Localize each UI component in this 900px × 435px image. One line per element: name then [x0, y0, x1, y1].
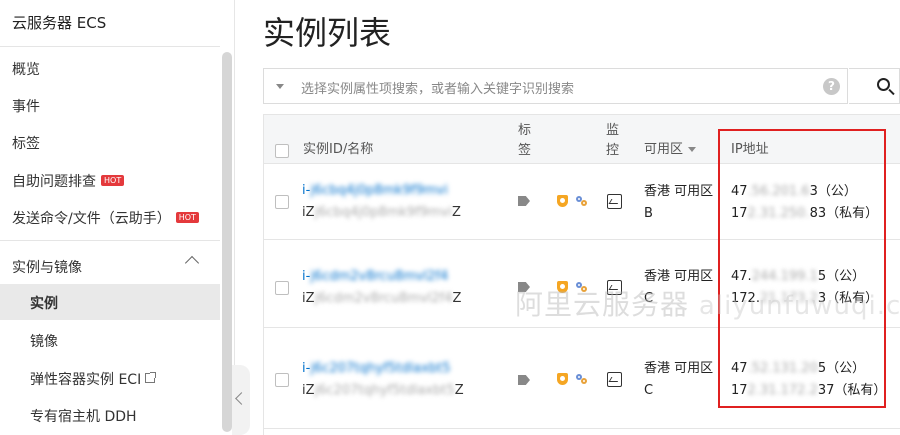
instance-id-masked: j6cdm2v8rcu8mvl2f4	[310, 269, 449, 284]
search-input[interactable]: 选择实例属性项搜索，或者输入关键字识别搜索 ?	[263, 68, 848, 104]
instance-name: iZj6cdm2v8rcu8mvl2f4Z	[302, 288, 461, 310]
sidebar-item-cloud-assistant[interactable]: 发送命令/文件（云助手） HOT	[12, 208, 199, 228]
tag-icon[interactable]	[518, 375, 530, 385]
page-title: 实例列表	[263, 14, 392, 52]
search-button[interactable]	[849, 68, 900, 104]
header-monitor-2: 控	[606, 143, 620, 158]
ip-highlight-box	[718, 129, 886, 408]
instance-name: iZj6c207tqhyf5tdlaxbt5Z	[302, 380, 464, 402]
help-icon[interactable]: ?	[823, 78, 840, 95]
sidebar-item-images[interactable]: 镜像	[30, 331, 58, 351]
instance-name-suffix: Z	[454, 383, 464, 398]
row-checkbox[interactable]	[275, 195, 289, 209]
instance-name: iZj6cbq4j0p8mk9f9mviZ	[302, 202, 461, 224]
sidebar-item-tags[interactable]: 标签	[12, 133, 40, 153]
sidebar-item-label: 自助问题排查	[12, 174, 96, 190]
instance-name-masked: j6c207tqhyf5tdlaxbt5	[314, 383, 455, 398]
tag-icon[interactable]	[518, 196, 530, 206]
header-tags-2: 签	[518, 143, 532, 158]
search-placeholder: 选择实例属性项搜索，或者输入关键字识别搜索	[301, 82, 575, 97]
instance-id-masked: j6c207tqhyf5tdlaxbt5	[310, 361, 451, 376]
zone-line2: C	[644, 383, 654, 398]
instance-id-masked: j6cbq4j0p8mk9f9mvi	[310, 183, 448, 198]
instance-name-prefix: iZ	[302, 383, 315, 398]
dropdown-caret-icon[interactable]	[276, 84, 284, 89]
header-zone[interactable]: 可用区	[644, 139, 697, 161]
sidebar: 云服务器 ECS 概览 事件 标签 自助问题排查 HOT 发送命令/文件（云助手）…	[0, 0, 235, 435]
instance-name-prefix: iZ	[302, 291, 315, 306]
hot-badge: HOT	[101, 174, 125, 186]
header-id-name: 实例ID/名称	[303, 142, 374, 157]
chevron-up-icon[interactable]	[184, 255, 200, 271]
header-zone-label: 可用区	[644, 142, 684, 157]
instance-name-prefix: iZ	[302, 205, 315, 220]
sidebar-scrollbar[interactable]	[222, 52, 232, 432]
zone-line1: 香港 可用区	[644, 184, 714, 199]
instance-name-suffix: Z	[452, 291, 462, 306]
search-icon-handle	[888, 88, 895, 96]
gear-icon[interactable]	[574, 194, 588, 208]
sidebar-item-overview[interactable]: 概览	[12, 59, 40, 79]
watermark: 阿里云服务器 aliyunfuwuqi.com	[515, 283, 900, 323]
sidebar-item-ddh[interactable]: 专有宿主机 DDH	[30, 406, 137, 426]
instance-name-masked: j6cdm2v8rcu8mvl2f4	[314, 291, 453, 306]
sidebar-item-label: 弹性容器实例 ECI	[30, 372, 142, 388]
zone-line1: 香港 可用区	[644, 361, 714, 376]
gear-icon[interactable]	[574, 372, 588, 386]
sidebar-item-self-diagnosis[interactable]: 自助问题排查 HOT	[12, 171, 125, 191]
select-all-checkbox[interactable]	[275, 144, 289, 158]
row-divider	[264, 428, 900, 429]
sidebar-item-label: 发送命令/文件（云助手）	[12, 211, 171, 227]
zone-line2: B	[644, 206, 653, 221]
header-tags-1: 标	[518, 123, 532, 138]
sidebar-group-instances-images[interactable]: 实例与镜像	[12, 257, 82, 277]
row-checkbox[interactable]	[275, 281, 289, 295]
sidebar-item-instances[interactable]: 实例	[30, 293, 58, 313]
header-monitor-1: 监	[606, 123, 620, 138]
instance-name-suffix: Z	[452, 205, 461, 220]
sidebar-title: 云服务器 ECS	[12, 14, 107, 32]
sidebar-item-events[interactable]: 事件	[12, 96, 40, 116]
sidebar-item-eci[interactable]: 弹性容器实例 ECI	[30, 369, 157, 389]
monitor-icon[interactable]	[607, 194, 622, 209]
chevron-left-icon	[235, 392, 248, 405]
watermark-cn: 阿里云服务器	[515, 288, 690, 321]
instance-id-link[interactable]: i-j6cbq4j0p8mk9f9mvi	[302, 180, 448, 202]
divider	[0, 240, 220, 241]
instance-name-masked: j6cbq4j0p8mk9f9mvi	[314, 205, 453, 220]
external-link-icon	[145, 372, 157, 383]
sidebar-collapse-button[interactable]	[232, 365, 250, 435]
row-checkbox[interactable]	[275, 373, 289, 387]
filter-caret-icon[interactable]	[688, 147, 697, 152]
security-shield-icon[interactable]	[557, 195, 568, 207]
watermark-en: aliyunfuwuqi.com	[698, 291, 900, 321]
instance-id-link[interactable]: i-j6c207tqhyf5tdlaxbt5	[302, 358, 451, 380]
security-shield-icon[interactable]	[557, 373, 568, 385]
instance-id-link[interactable]: i-j6cdm2v8rcu8mvl2f4	[302, 266, 448, 288]
hot-badge: HOT	[175, 211, 199, 223]
divider	[0, 46, 220, 47]
monitor-icon[interactable]	[607, 372, 622, 387]
